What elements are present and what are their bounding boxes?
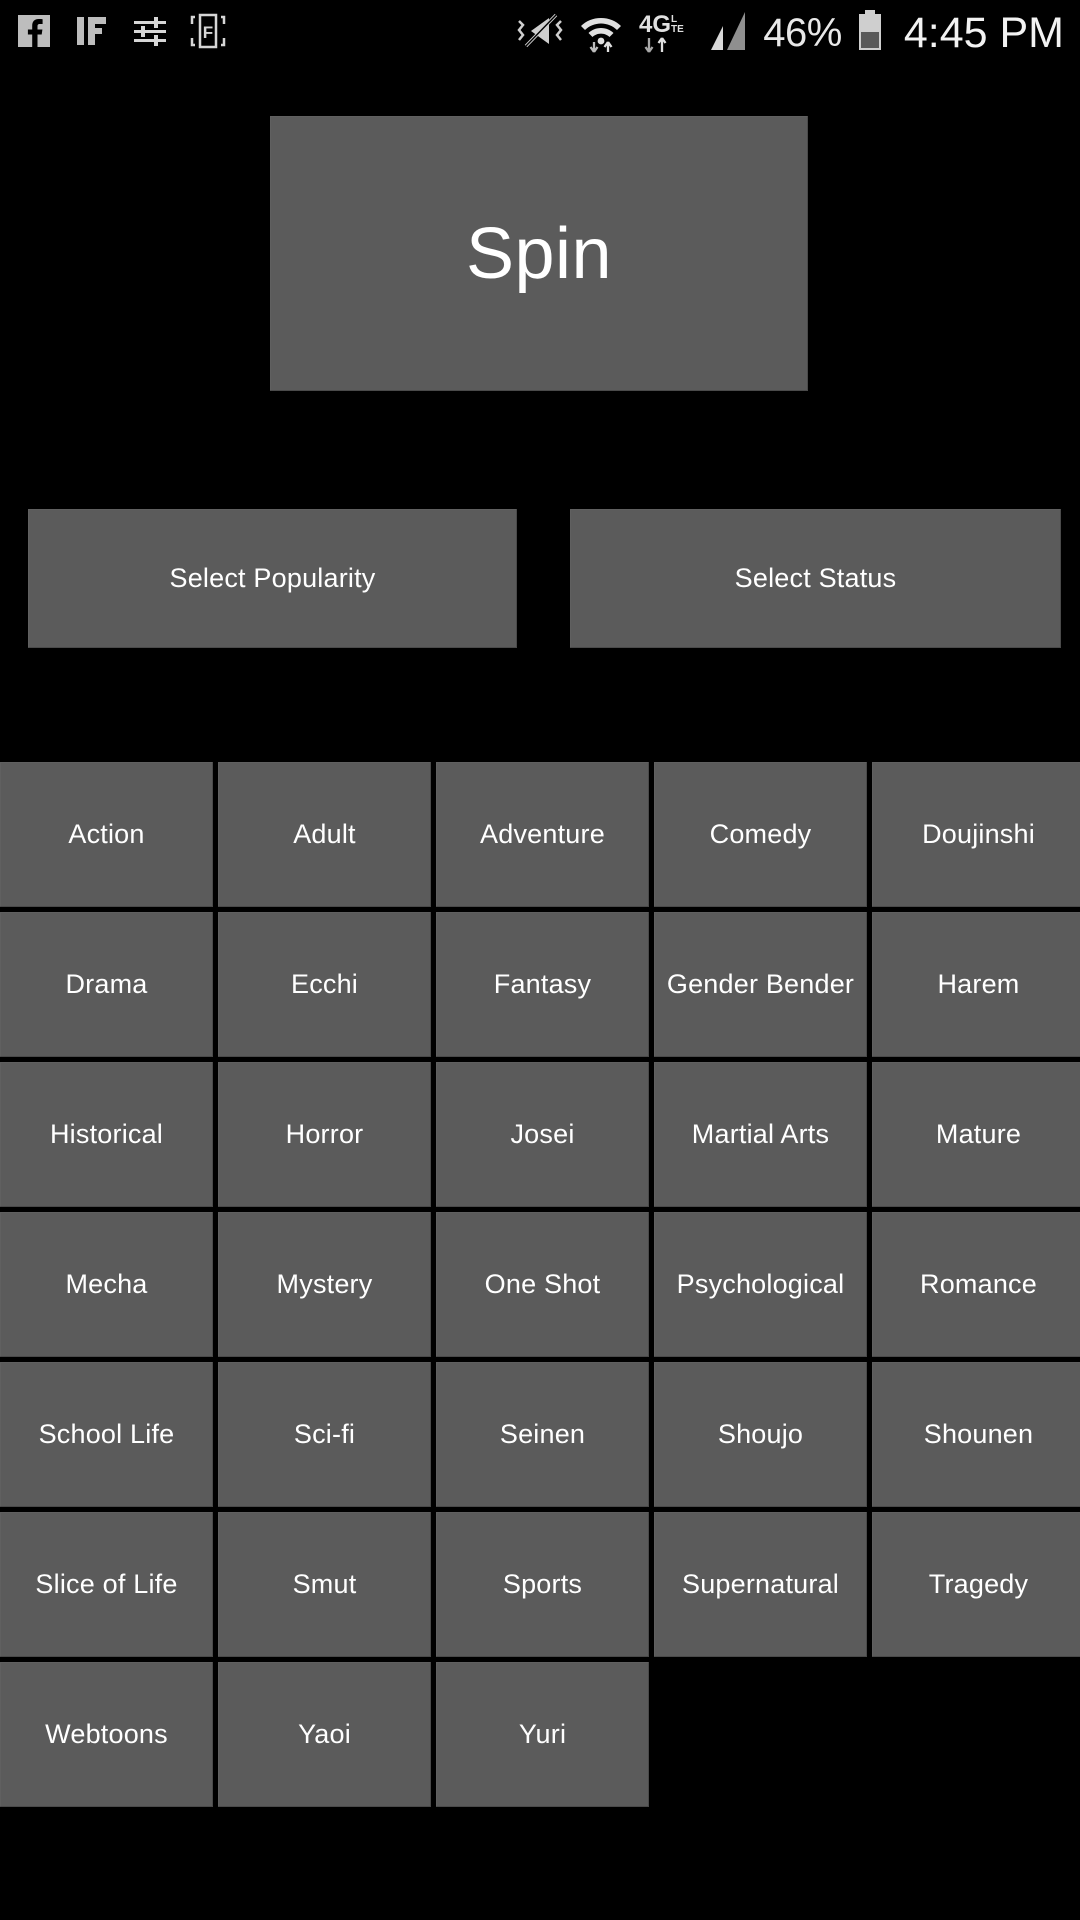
status-bar-notification-icons: F (16, 11, 226, 56)
genre-tile[interactable]: Mystery (218, 1212, 431, 1357)
status-bar-clock: 4:45 PM (903, 8, 1064, 57)
vibrate-off-icon (515, 9, 565, 58)
genre-tile[interactable]: Josei (436, 1062, 649, 1207)
genre-tile[interactable]: Harem (872, 912, 1080, 1057)
genre-tile[interactable]: Sci-fi (218, 1362, 431, 1507)
cellular-signal-icon (703, 8, 749, 59)
genre-tile[interactable]: Mecha (0, 1212, 213, 1357)
select-status-button[interactable]: Select Status (570, 509, 1061, 648)
genre-tile[interactable]: Drama (0, 912, 213, 1057)
genre-tile[interactable]: Shoujo (654, 1362, 867, 1507)
spin-button[interactable]: Spin (270, 116, 808, 391)
genre-tile[interactable]: Webtoons (0, 1662, 213, 1807)
genre-tile[interactable]: Smut (218, 1512, 431, 1657)
genre-tile[interactable]: Yaoi (218, 1662, 431, 1807)
genre-tile[interactable]: Yuri (436, 1662, 649, 1807)
status-bar-system-icons: 4G L TE 46% 4:45 PM (515, 8, 1064, 59)
svg-text:TE: TE (671, 24, 684, 35)
battery-percent-label: 46% (763, 11, 842, 55)
genre-tile[interactable]: Supernatural (654, 1512, 867, 1657)
genre-tile[interactable]: School Life (0, 1362, 213, 1507)
genre-tile[interactable]: Doujinshi (872, 762, 1080, 907)
f-bracket-app-icon: F (190, 11, 226, 56)
genre-tile[interactable]: Mature (872, 1062, 1080, 1207)
genre-tile[interactable]: Sports (436, 1512, 649, 1657)
genre-tile[interactable]: Fantasy (436, 912, 649, 1057)
network-4g-lte-icon: 4G L TE (637, 8, 689, 59)
genre-tile[interactable]: Horror (218, 1062, 431, 1207)
svg-text:4G: 4G (639, 11, 671, 38)
wifi-icon (579, 8, 623, 59)
battery-icon (856, 8, 884, 59)
genre-tile[interactable]: One Shot (436, 1212, 649, 1357)
genre-tile[interactable]: Comedy (654, 762, 867, 907)
genre-tile[interactable]: Psychological (654, 1212, 867, 1357)
genre-tile[interactable]: Slice of Life (0, 1512, 213, 1657)
status-bar: F 4G L TE 46% 4:45 PM (0, 0, 1080, 66)
facebook-icon (16, 13, 52, 54)
genre-tile[interactable]: Martial Arts (654, 1062, 867, 1207)
select-popularity-button[interactable]: Select Popularity (28, 509, 517, 648)
genre-tile[interactable]: Tragedy (872, 1512, 1080, 1657)
genre-tile[interactable]: Adult (218, 762, 431, 907)
genre-tile[interactable]: Seinen (436, 1362, 649, 1507)
genre-tile[interactable]: Shounen (872, 1362, 1080, 1507)
equalizer-sliders-icon (132, 13, 168, 54)
genre-tile[interactable]: Romance (872, 1212, 1080, 1357)
genre-tile[interactable]: Adventure (436, 762, 649, 907)
app-screen: F 4G L TE 46% 4:45 PM Spin Select Popula… (0, 0, 1080, 1920)
filter-row: Select Popularity Select Status (0, 509, 1080, 648)
genre-tile[interactable]: Ecchi (218, 912, 431, 1057)
genre-tile[interactable]: Action (0, 762, 213, 907)
genre-tile[interactable]: Historical (0, 1062, 213, 1207)
svg-text:F: F (203, 23, 213, 42)
if-app-icon (74, 13, 110, 54)
genre-tile[interactable]: Gender Bender (654, 912, 867, 1057)
genre-grid: Action Adult Adventure Comedy Doujinshi Drama… (0, 762, 1080, 1807)
